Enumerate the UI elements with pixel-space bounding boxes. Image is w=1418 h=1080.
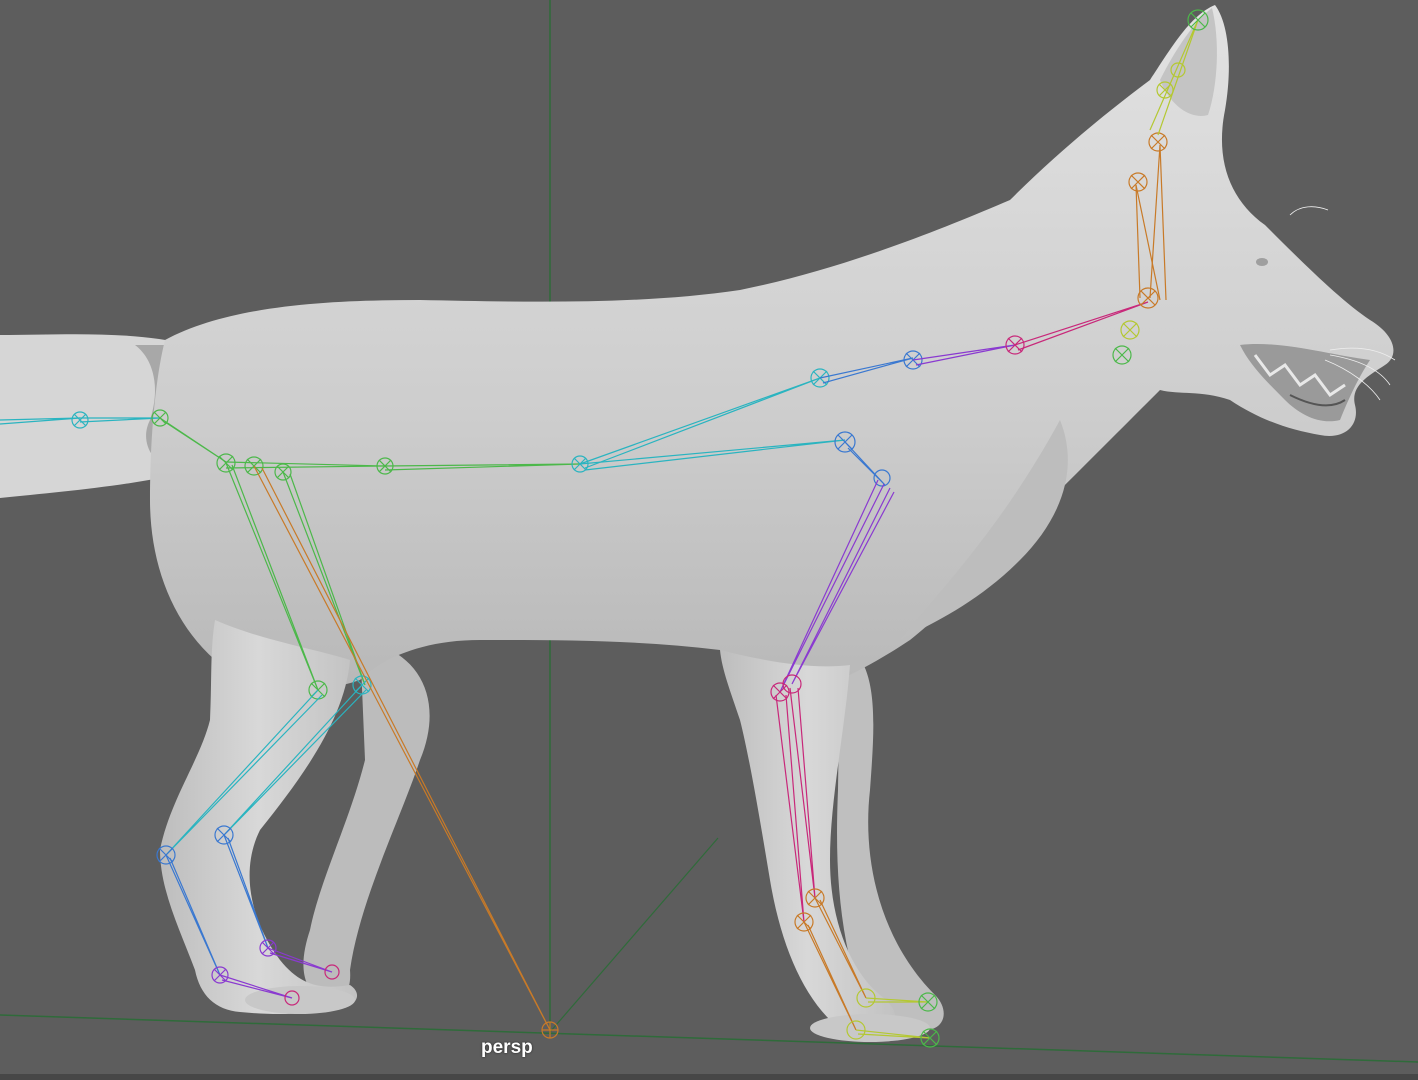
viewport-bottom-border — [0, 1074, 1418, 1080]
camera-name-label: persp — [481, 1037, 533, 1058]
scene-canvas[interactable] — [0, 0, 1418, 1080]
fox-mesh[interactable] — [0, 5, 1396, 1042]
maya-perspective-viewport[interactable]: persp — [0, 0, 1418, 1080]
